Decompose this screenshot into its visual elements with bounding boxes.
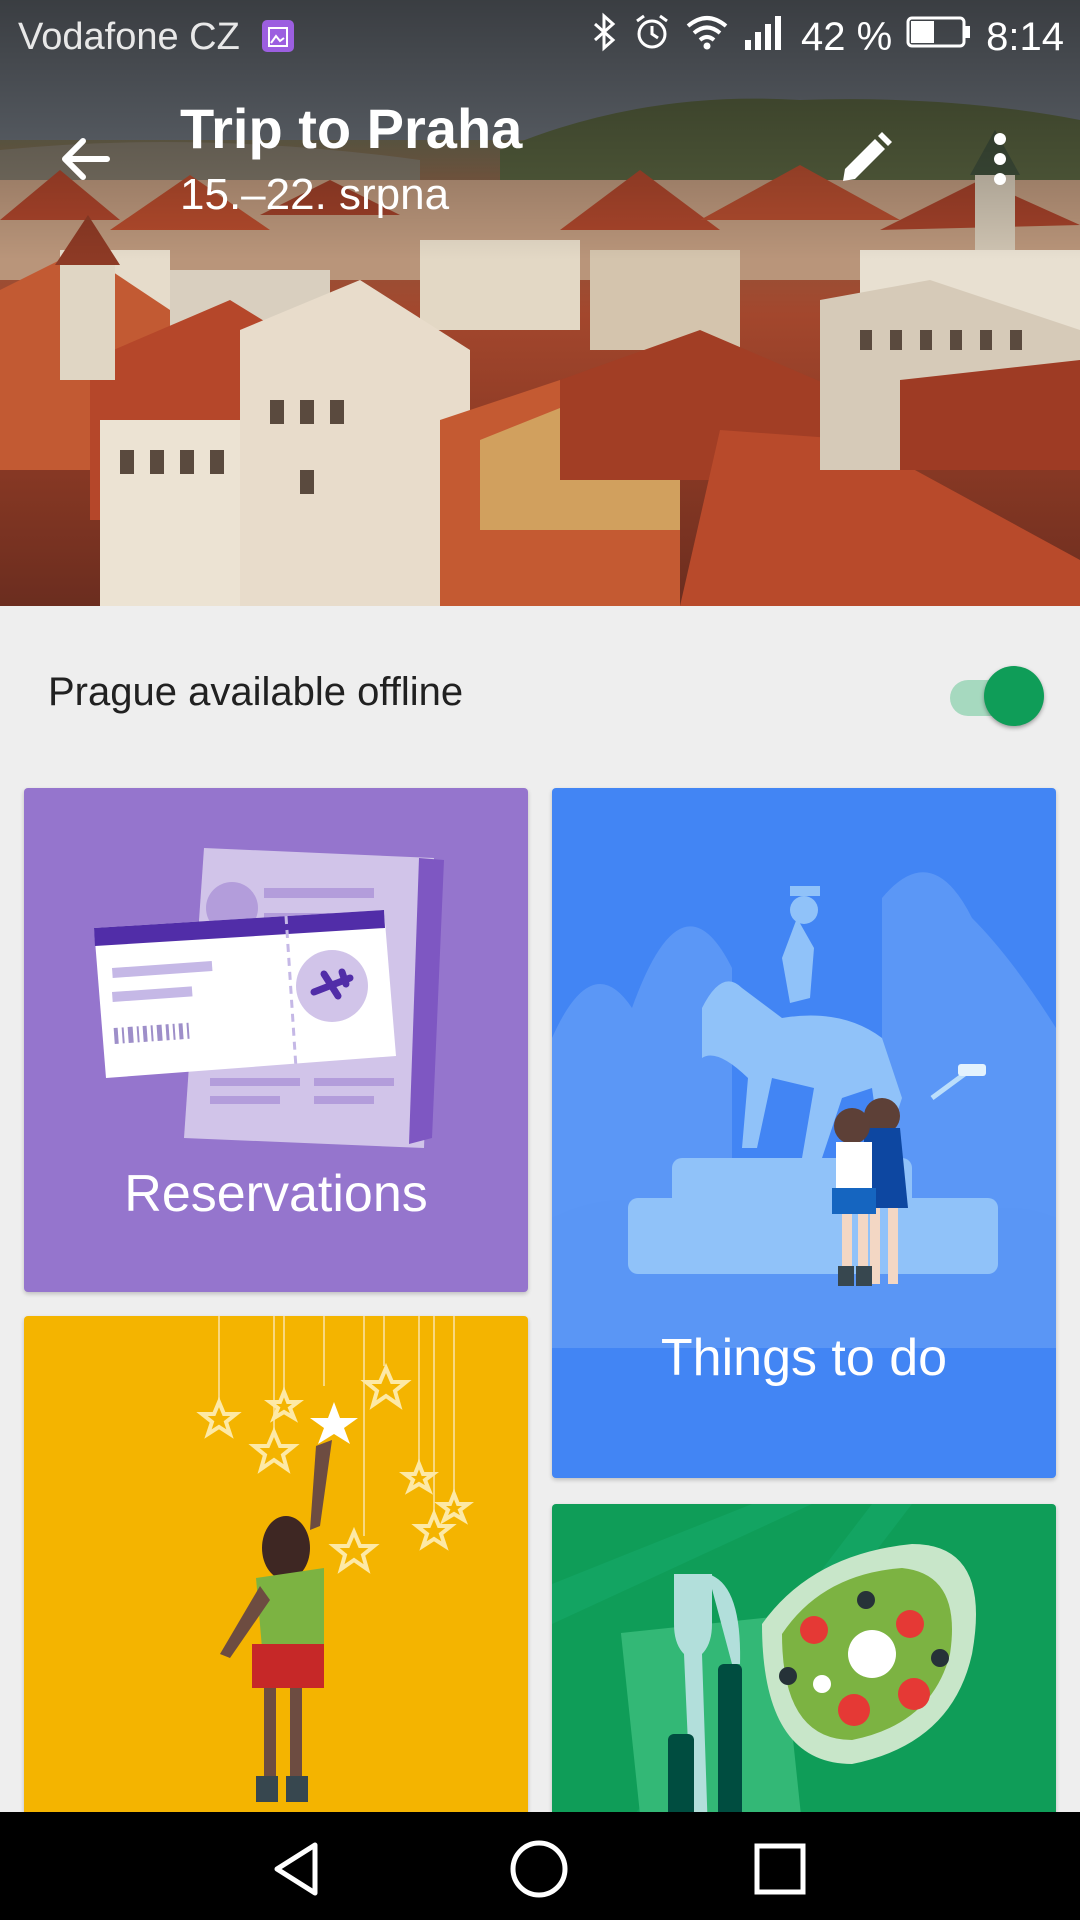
status-bar: Vodafone CZ 42 % 8:14 xyxy=(0,0,1080,74)
more-options-button[interactable] xyxy=(970,124,1030,194)
events-card[interactable] xyxy=(24,1316,528,1836)
signal-icon xyxy=(743,12,787,62)
back-button[interactable] xyxy=(50,124,120,194)
nav-back-icon xyxy=(274,1842,318,1896)
nav-back-button[interactable] xyxy=(262,1834,332,1904)
stars-girl-illustration xyxy=(196,1316,474,1802)
carrier-name: Vodafone CZ xyxy=(18,16,240,58)
offline-setting-row: Prague available offline xyxy=(0,606,1080,776)
edit-button[interactable] xyxy=(830,124,900,194)
nav-recents-icon xyxy=(754,1843,806,1895)
system-nav-bar xyxy=(0,1812,1080,1920)
tickets-illustration xyxy=(94,848,444,1148)
offline-toggle[interactable] xyxy=(948,664,1044,728)
trip-dates: 15.–22. srpna xyxy=(180,170,450,219)
gallery-icon xyxy=(262,20,294,52)
battery-icon xyxy=(906,14,972,60)
salad-cutlery-illustration xyxy=(552,1504,976,1844)
more-vert-icon xyxy=(994,133,1006,185)
nav-recents-button[interactable] xyxy=(745,1834,815,1904)
offline-label: Prague available offline xyxy=(48,670,464,714)
arrow-back-icon xyxy=(62,138,110,180)
battery-percent: 42 % xyxy=(800,14,893,59)
things-to-do-label: Things to do xyxy=(660,1329,948,1387)
pencil-icon xyxy=(843,132,892,181)
things-to-do-card[interactable]: Things to do xyxy=(552,788,1056,1478)
wifi-icon xyxy=(685,12,729,62)
reservations-card[interactable]: Reservations xyxy=(24,788,528,1292)
nav-home-button[interactable] xyxy=(504,1834,574,1904)
alarm-icon xyxy=(633,12,671,62)
reservations-label: Reservations xyxy=(124,1165,428,1223)
clock: 8:14 xyxy=(986,14,1064,59)
statue-selfie-illustration xyxy=(552,872,1056,1348)
bluetooth-icon xyxy=(591,12,619,62)
trip-title: Trip to Praha xyxy=(180,97,523,160)
trip-header-image xyxy=(0,0,1080,606)
nav-home-icon xyxy=(510,1840,568,1898)
food-card[interactable] xyxy=(552,1504,1056,1844)
